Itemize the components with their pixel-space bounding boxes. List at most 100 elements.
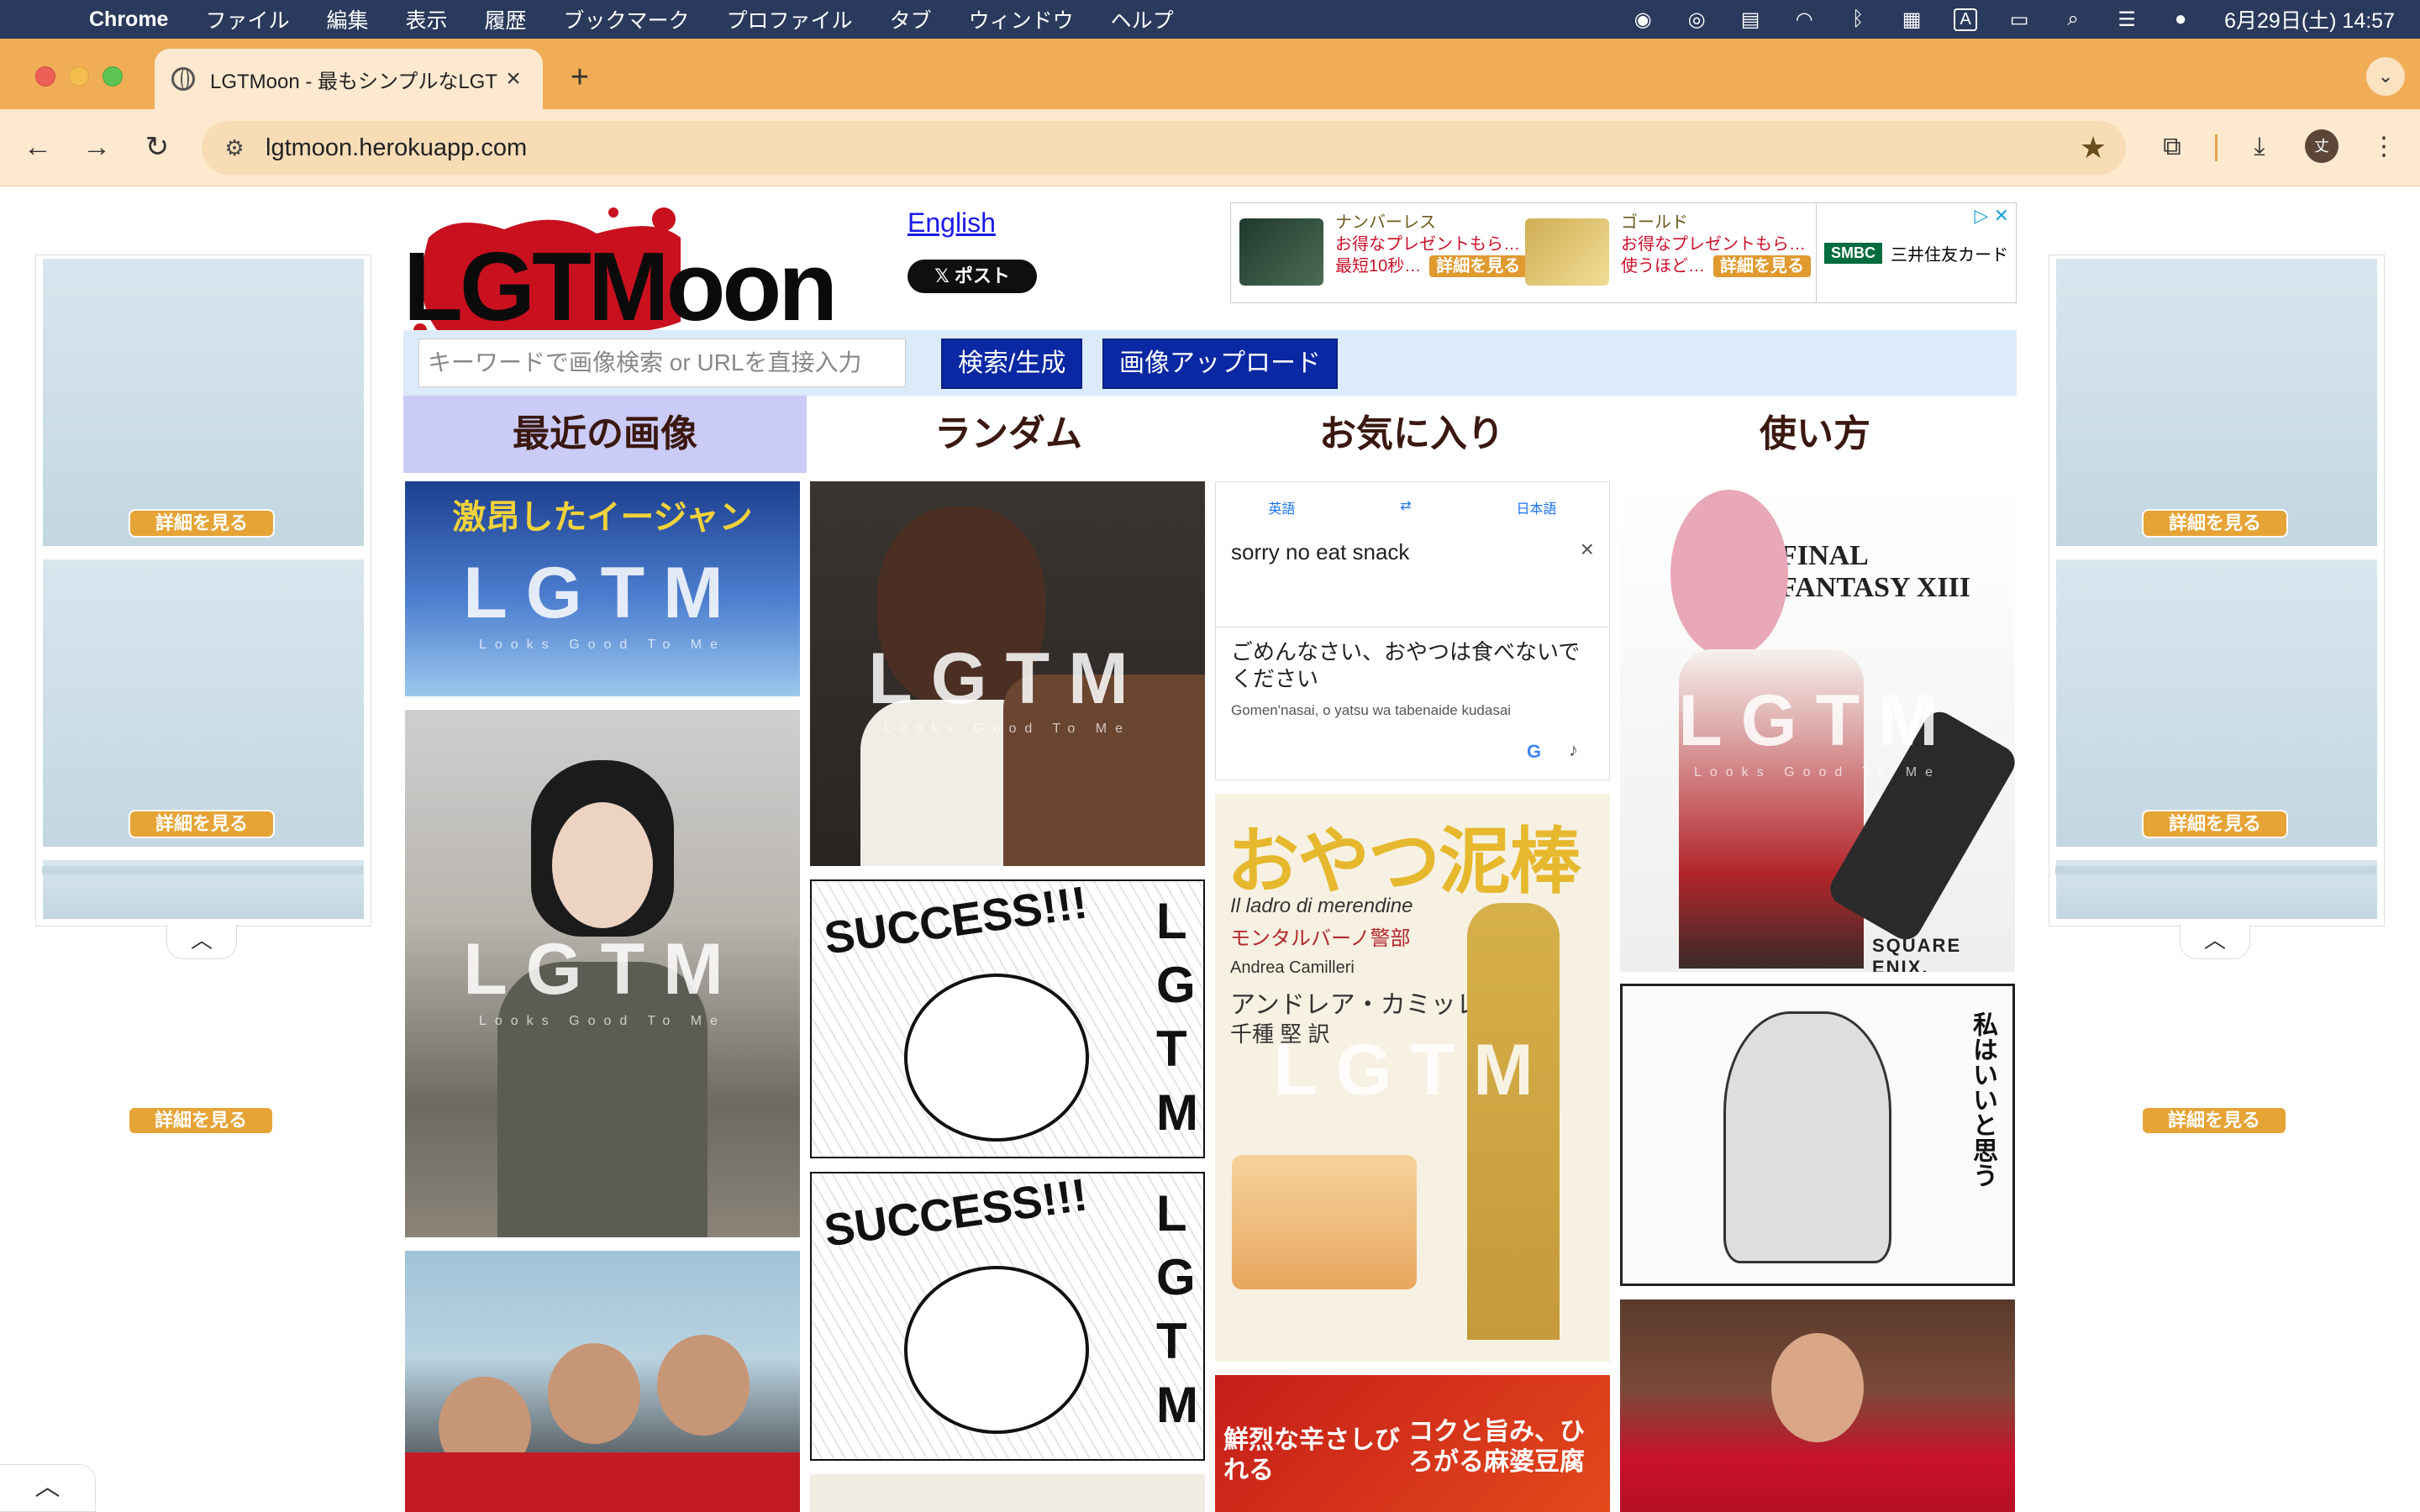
ad-product-note: 使うほど… bbox=[1621, 257, 1705, 276]
menu-view[interactable]: 表示 bbox=[406, 4, 448, 34]
input-mode-icon[interactable]: A bbox=[1950, 7, 1981, 32]
window-minimize-button[interactable] bbox=[69, 66, 89, 87]
photo-face bbox=[657, 1335, 750, 1436]
book-illustration-town bbox=[1232, 1155, 1417, 1289]
tab-random[interactable]: ランダム bbox=[807, 396, 1210, 473]
game-title: FINAL FANTASY XIII bbox=[1780, 540, 1971, 603]
left-side-ad[interactable]: ▷ ✕ 詳細を見る 詳細を見る ︿ bbox=[35, 255, 371, 959]
manga-character bbox=[904, 974, 1089, 1142]
lgtm-image-tile[interactable]: SUCCESS!!! LGTM bbox=[810, 879, 1205, 1158]
extensions-icon[interactable]: ⧉ bbox=[2153, 128, 2191, 166]
more-menu-icon[interactable]: ⋮ bbox=[2365, 128, 2403, 166]
window-close-button[interactable] bbox=[35, 66, 55, 87]
x-post-button[interactable]: 𝕏 ポスト bbox=[908, 260, 1037, 293]
browser-tab[interactable]: LGTMoon - 最もシンプルなLGT × bbox=[155, 49, 543, 109]
ad-cta-button[interactable]: 詳細を見る bbox=[128, 1106, 274, 1135]
lgtm-image-tile[interactable]: 私はいいと思う bbox=[1620, 984, 2015, 1286]
control-center-icon[interactable]: ☰ bbox=[2112, 7, 2142, 32]
window-zoom-button[interactable] bbox=[103, 66, 123, 87]
spotlight-search-icon[interactable]: ⌕ bbox=[2058, 7, 2088, 32]
lgtm-image-tile[interactable]: 激昂したイージャン LGTM Looks Good To Me bbox=[405, 481, 800, 696]
accessibility-icon[interactable]: ◉ bbox=[1628, 7, 1658, 32]
tab-favorites[interactable]: お気に入り bbox=[1210, 396, 1613, 473]
search-generate-button[interactable]: 検索/生成 bbox=[941, 339, 1083, 389]
battery-icon[interactable]: ▭ bbox=[2004, 7, 2034, 32]
product-text: コクと旨み、ひろがる麻婆豆腐 bbox=[1408, 1418, 1585, 1476]
reload-button[interactable]: ↻ bbox=[136, 126, 178, 168]
siri-icon[interactable]: ● bbox=[2165, 7, 2196, 32]
menu-edit[interactable]: 編集 bbox=[326, 4, 368, 34]
tab-close-icon[interactable]: × bbox=[501, 65, 526, 93]
tab-how-to[interactable]: 使い方 bbox=[1613, 396, 2017, 473]
window-layout-icon[interactable]: ▦ bbox=[1897, 7, 1927, 32]
macos-menubar: Chrome ファイル 編集 表示 履歴 ブックマーク プロファイル タブ ウィ… bbox=[0, 0, 2420, 39]
lgtmoon-logo[interactable]: LGTMoon bbox=[403, 204, 874, 339]
wifi-icon[interactable]: ◠ bbox=[1789, 7, 1819, 32]
ad-cta-button[interactable]: 詳細を見る bbox=[2141, 1106, 2287, 1135]
menu-history[interactable]: 履歴 bbox=[485, 4, 527, 34]
page-collapse-button[interactable]: ︿ bbox=[0, 1464, 96, 1512]
manga-character bbox=[904, 1266, 1089, 1434]
lgtm-subtitle: Looks Good To Me bbox=[883, 722, 1131, 736]
forward-button[interactable]: → bbox=[76, 126, 118, 168]
adchoices-icon[interactable]: ▷ ✕ bbox=[1975, 205, 2009, 227]
menu-file[interactable]: ファイル bbox=[205, 4, 289, 34]
bookmark-star-icon[interactable]: ★ bbox=[2072, 130, 2114, 165]
english-link[interactable]: English bbox=[908, 207, 996, 239]
lgtm-image-tile[interactable]: 英語 ⇄ 日本語 sorry no eat snack × ごめんなさい、おやつ… bbox=[1215, 481, 1610, 780]
menubar-clock[interactable]: 6月29日(土) 14:57 bbox=[2224, 4, 2395, 34]
ad-product[interactable]: ゴールド お得なプレゼントもら… 使うほど… 詳細を見る bbox=[1525, 212, 1811, 296]
lgtm-image-tile[interactable]: おやつ泥棒 Il ladro di merendine モンタルバーノ警部 An… bbox=[1215, 794, 1610, 1362]
new-tab-button[interactable]: + bbox=[563, 60, 597, 94]
tile-caption: 激昂したイージャン bbox=[452, 499, 753, 536]
menu-tab[interactable]: タブ bbox=[890, 4, 932, 34]
tab-search-button[interactable]: ⌄ bbox=[2366, 57, 2405, 96]
browser-toolbar: ← → ↻ ⚙ lgtmoon.herokuapp.com ★ ⧉ ⤓ ⋮ bbox=[0, 109, 2420, 186]
product-text: 鮮烈な辛さしびれる bbox=[1223, 1426, 1400, 1484]
tab-recent[interactable]: 最近の画像 bbox=[403, 396, 807, 473]
image-upload-button[interactable]: 画像アップロード bbox=[1102, 339, 1338, 389]
clipboard-icon[interactable]: ▤ bbox=[1735, 7, 1765, 32]
back-button[interactable]: ← bbox=[17, 126, 59, 168]
downloads-icon[interactable]: ⤓ bbox=[2240, 128, 2279, 166]
creative-cloud-icon[interactable]: ◎ bbox=[1681, 7, 1712, 32]
ad-product[interactable]: ナンバーレス お得なプレゼントもら… 最短10秒… 詳細を見る bbox=[1239, 212, 1528, 296]
lgtm-image-tile[interactable] bbox=[1620, 1299, 2015, 1512]
ad-collapse-button[interactable]: ︿ bbox=[166, 924, 237, 959]
ad-cta-button[interactable]: 詳細を見る bbox=[2142, 509, 2288, 538]
ad-product-name: ゴールド bbox=[1621, 213, 1688, 232]
lgtm-overlay: LGTM bbox=[1273, 1030, 1552, 1110]
address-bar[interactable]: ⚙ lgtmoon.herokuapp.com ★ bbox=[202, 121, 2126, 175]
ad-product-cta[interactable]: 詳細を見る bbox=[1713, 255, 1811, 277]
lgtm-image-tile[interactable]: SUCCESS!!! LGTM bbox=[810, 1172, 1205, 1461]
lgtm-image-tile[interactable]: LGTM Looks Good To Me bbox=[810, 481, 1205, 866]
site-info-icon[interactable]: ⚙ bbox=[220, 135, 249, 160]
profile-avatar[interactable]: 丈 bbox=[2305, 129, 2338, 163]
ad-slot[interactable] bbox=[43, 559, 364, 847]
menu-bookmarks[interactable]: ブックマーク bbox=[564, 4, 690, 34]
ad-slot[interactable] bbox=[2056, 559, 2377, 847]
lgtm-image-tile[interactable]: 鮮烈な辛さしびれる コクと旨み、ひろがる麻婆豆腐 bbox=[1215, 1375, 1610, 1512]
search-input[interactable] bbox=[418, 339, 906, 387]
ad-slot[interactable] bbox=[43, 259, 364, 546]
top-banner-ad[interactable]: ナンバーレス お得なプレゼントもら… 最短10秒… 詳細を見る ゴールド お得なプ… bbox=[1230, 202, 2017, 303]
ad-product-cta[interactable]: 詳細を見る bbox=[1429, 255, 1528, 277]
lgtm-image-tile[interactable] bbox=[810, 1474, 1205, 1512]
url-text[interactable]: lgtmoon.herokuapp.com bbox=[266, 134, 2072, 162]
bluetooth-icon[interactable]: ᛒ bbox=[1843, 7, 1873, 32]
ad-slot[interactable] bbox=[2056, 259, 2377, 546]
menu-window[interactable]: ウィンドウ bbox=[969, 4, 1074, 34]
menu-app-name[interactable]: Chrome bbox=[89, 8, 168, 32]
ad-collapse-button[interactable]: ︿ bbox=[2180, 924, 2250, 959]
lgtm-image-tile[interactable]: FINAL FANTASY XIII SQUARE ENIX. LGTM Loo… bbox=[1620, 481, 2015, 972]
lgtm-image-tile[interactable]: LGTM Looks Good To Me bbox=[405, 710, 800, 1237]
menu-help[interactable]: ヘルプ bbox=[1111, 4, 1174, 34]
menu-profiles[interactable]: プロファイル bbox=[727, 4, 853, 34]
right-side-ad[interactable]: ▷ ✕ 詳細を見る 詳細を見る ︿ bbox=[2049, 255, 2385, 959]
google-icon: G bbox=[1527, 741, 1542, 762]
ad-cta-button[interactable]: 詳細を見る bbox=[129, 509, 275, 538]
source-language: 英語 bbox=[1268, 502, 1296, 517]
lgtm-image-tile[interactable] bbox=[405, 1251, 800, 1512]
ad-cta-button[interactable]: 詳細を見る bbox=[129, 810, 275, 838]
ad-cta-button[interactable]: 詳細を見る bbox=[2142, 810, 2288, 838]
